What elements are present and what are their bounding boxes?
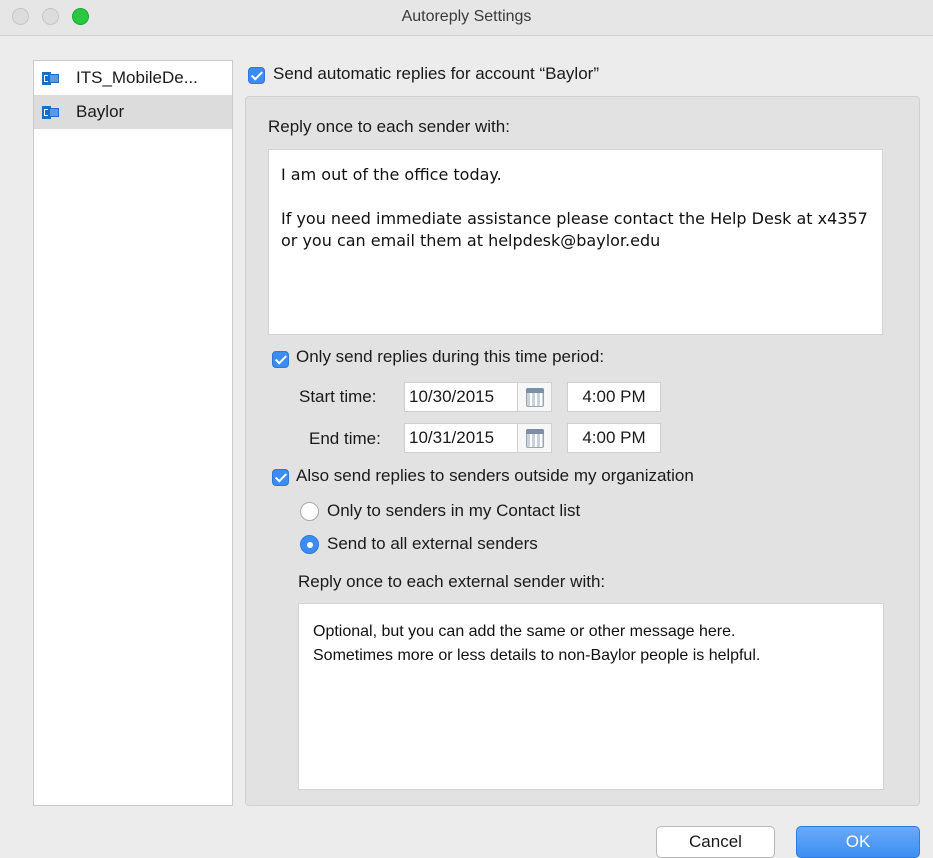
account-label: ITS_MobileDe... [76,68,198,87]
time-period-label: Only send replies during this time perio… [296,347,605,366]
external-reply-line: Optional, but you can add the same or ot… [313,623,736,640]
send-automatic-replies-label: Send automatic replies for account “Bayl… [273,64,599,83]
window-title: Autoreply Settings [401,8,532,25]
reply-message-textarea[interactable]: I am out of the office today. If you nee… [268,149,883,335]
exchange-account-icon [42,71,59,86]
contacts-only-label: Only to senders in my Contact list [327,501,581,520]
end-date-picker-button[interactable] [518,423,552,453]
ok-button[interactable]: OK [796,826,920,858]
contacts-only-radio[interactable] [300,502,319,521]
start-date-picker-button[interactable] [518,382,552,412]
reply-line: I am out of the office today. [281,165,502,184]
end-time-label: End time: [309,429,381,448]
reply-message-label: Reply once to each sender with: [268,117,510,136]
exchange-account-icon [42,105,59,120]
start-time-label: Start time: [299,387,377,406]
reply-line: If you need immediate assistance please … [281,209,868,250]
external-senders-label: Also send replies to senders outside my … [296,466,694,485]
time-period-checkbox[interactable] [272,351,289,368]
send-automatic-replies-checkbox[interactable] [248,67,265,84]
external-reply-line: Sometimes more or less details to non-Ba… [313,647,761,664]
account-list: ITS_MobileDe... Baylor [33,60,233,806]
all-external-label: Send to all external senders [327,534,538,553]
account-item-baylor[interactable]: Baylor [34,95,232,129]
end-time-field[interactable]: 4:00 PM [567,423,661,453]
autoreply-window: Autoreply Settings ITS_MobileDe... Baylo… [0,0,933,858]
calendar-icon [526,429,544,448]
cancel-button[interactable]: Cancel [656,826,775,858]
calendar-icon [526,388,544,407]
title-bar: Autoreply Settings [0,0,933,36]
account-item-its-mobile[interactable]: ITS_MobileDe... [34,61,232,95]
account-label: Baylor [76,102,125,121]
end-date-field[interactable]: 10/31/2015 [404,423,518,453]
start-time-field[interactable]: 4:00 PM [567,382,661,412]
external-reply-textarea[interactable]: Optional, but you can add the same or ot… [298,603,884,790]
external-reply-label: Reply once to each external sender with: [298,572,606,591]
external-senders-checkbox[interactable] [272,469,289,486]
all-external-radio[interactable] [300,535,319,554]
start-date-field[interactable]: 10/30/2015 [404,382,518,412]
